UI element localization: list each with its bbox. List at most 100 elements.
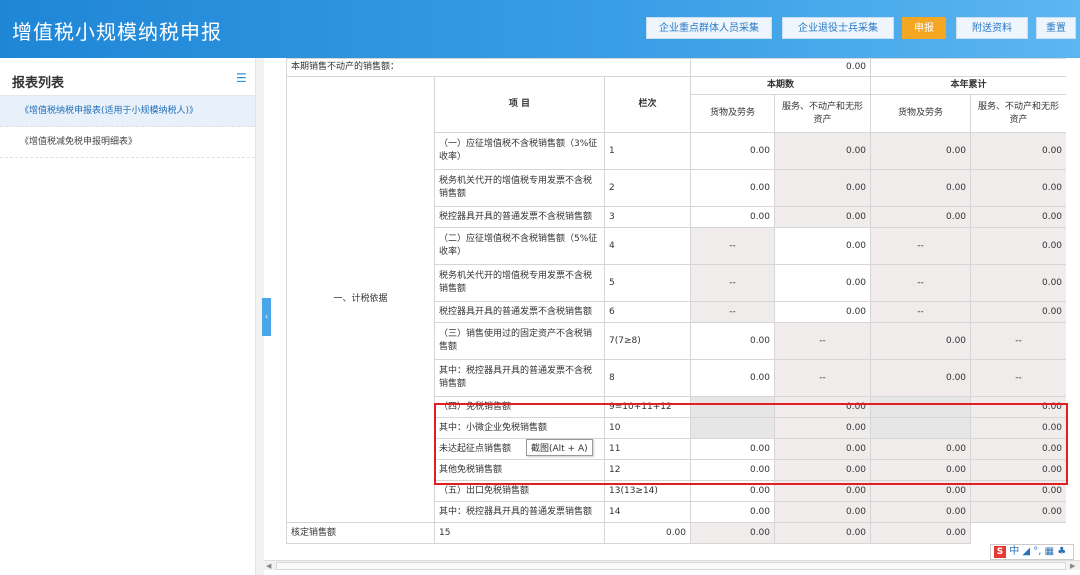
declare-button[interactable]: 申报 <box>902 17 946 39</box>
cell-services[interactable]: 0.00 <box>690 522 776 544</box>
cell-goods[interactable]: 0.00 <box>690 459 776 481</box>
row-line: 10 <box>603 417 692 439</box>
ime-toolbar[interactable]: S 中 ◢ °, ▦ ♣ <box>990 544 1074 560</box>
row-item: （四）免税销售额 <box>434 396 605 418</box>
cell-services-ytd: 0.00 <box>970 132 1066 170</box>
row-line: 1 <box>603 132 692 170</box>
cell-services-ytd: 0.00 <box>970 169 1066 207</box>
table-row: 核定销售额 15 0.00 0.00 0.00 0.00 <box>286 522 1067 544</box>
row-item: 核定销售额 <box>286 522 435 544</box>
cell-services-ytd: 0.00 <box>970 417 1066 439</box>
table-header-row: 一、计税依据 项 目 栏次 本期数 本年累计 <box>286 76 1066 523</box>
cell-goods[interactable]: 0.00 <box>690 480 776 502</box>
cell-goods-ytd: -- <box>870 264 972 302</box>
top-row-value[interactable]: 0.00 <box>690 58 872 77</box>
cell-goods-ytd: -- <box>870 301 972 323</box>
col-header-services: 服务、不动产和无形资产 <box>774 94 872 133</box>
col-header-current: 本期数 <box>690 76 872 95</box>
veteran-collect-button[interactable]: 企业退役士兵采集 <box>782 17 894 39</box>
cell-goods[interactable]: 0.00 <box>690 322 776 360</box>
cell-goods[interactable]: 0.00 <box>690 206 776 228</box>
key-group-staff-collect-button[interactable]: 企业重点群体人员采集 <box>646 17 772 39</box>
cell-goods-ytd: 0.00 <box>870 501 972 523</box>
scroll-left-icon[interactable]: ◀ <box>266 561 271 571</box>
cell-services-ytd: 0.00 <box>970 396 1066 418</box>
cell-services[interactable]: 0.00 <box>774 438 872 460</box>
vat-return-table: 本期销售不动产的销售额： 0.00 一、计税依据 项 目 栏次 本期数 本年累计… <box>286 58 1066 544</box>
sidebar: 报表列表 ☰ 《增值税纳税申报表(适用于小规模纳税人)》 《增值税减免税申报明细… <box>0 58 256 575</box>
row-line: 14 <box>603 501 692 523</box>
cell-services[interactable]: 0.00 <box>774 501 872 523</box>
row-item: 其中：税控器具开具的普通发票不含税销售额 <box>434 359 605 397</box>
layers-icon[interactable]: ☰ <box>236 72 248 84</box>
reset-button[interactable]: 重置 <box>1036 17 1076 39</box>
cell-goods[interactable]: 0.00 <box>690 501 776 523</box>
col-header-services-ytd: 服务、不动产和无形资产 <box>970 94 1066 133</box>
row-item: 其中：税控器具开具的普通发票销售额 <box>434 501 605 523</box>
row-line: 7(7≥8) <box>603 322 692 360</box>
horizontal-scrollbar[interactable]: ◀ ▶ <box>264 560 1080 570</box>
ime-status[interactable]: 中 ◢ °, ▦ ♣ <box>1009 546 1066 557</box>
cell-services[interactable]: 0.00 <box>774 459 872 481</box>
row-item: 税控器具开具的普通发票不含税销售额 <box>434 301 605 323</box>
row-item: （二）应征增值税不含税销售额（5%征收率） <box>434 227 605 265</box>
cell-goods <box>690 396 776 418</box>
row-line: 6 <box>603 301 692 323</box>
cell-goods-ytd: 0.00 <box>870 438 972 460</box>
sidebar-item-vat-return[interactable]: 《增值税纳税申报表(适用于小规模纳税人)》 <box>0 96 255 127</box>
cell-services[interactable]: 0.00 <box>774 169 872 207</box>
cell-goods-ytd: 0.00 <box>774 522 872 544</box>
app-header: 增值税小规模纳税申报 企业重点群体人员采集 企业退役士兵采集 申报 附送资料 重… <box>0 0 1080 58</box>
col-header-line: 栏次 <box>603 76 692 133</box>
cell-services[interactable]: 0.00 <box>774 417 872 439</box>
cell-goods: -- <box>690 227 776 265</box>
sidebar-header: 报表列表 ☰ <box>0 58 255 96</box>
row-item: 税控器具开具的普通发票不含税销售额 <box>434 206 605 228</box>
screenshot-tooltip: 截图(Alt + A) <box>526 439 593 456</box>
cell-services-ytd: 0.00 <box>970 501 1066 523</box>
sidebar-item-vat-exemption[interactable]: 《增值税减免税申报明细表》 <box>0 127 255 158</box>
cell-services: 0.00 <box>774 396 872 418</box>
cell-goods[interactable]: 0.00 <box>690 169 776 207</box>
cell-goods[interactable]: 0.00 <box>690 359 776 397</box>
cell-services[interactable]: 0.00 <box>774 480 872 502</box>
col-header-goods: 货物及劳务 <box>690 94 776 133</box>
cell-services[interactable]: 0.00 <box>774 301 872 323</box>
collapse-sidebar-icon[interactable]: ‹ <box>262 298 271 336</box>
scrollbar-thumb[interactable] <box>276 562 1066 570</box>
cell-services-ytd: 0.00 <box>970 301 1066 323</box>
attach-docs-button[interactable]: 附送资料 <box>956 17 1028 39</box>
cell-services[interactable]: 0.00 <box>774 206 872 228</box>
cell-services-ytd: 0.00 <box>970 227 1066 265</box>
cell-goods[interactable]: 0.00 <box>603 522 692 544</box>
row-item: 税务机关代开的增值税专用发票不含税销售额 <box>434 169 605 207</box>
row-item: 税务机关代开的增值税专用发票不含税销售额 <box>434 264 605 302</box>
cell-services[interactable]: 0.00 <box>774 227 872 265</box>
cell-goods[interactable]: 0.00 <box>690 438 776 460</box>
cell-services[interactable]: 0.00 <box>774 132 872 170</box>
sogou-icon[interactable]: S <box>994 546 1006 558</box>
col-header-goods-ytd: 货物及劳务 <box>870 94 972 133</box>
table-row: 本期销售不动产的销售额： 0.00 <box>286 58 1066 77</box>
sidebar-title: 报表列表 <box>12 76 65 91</box>
row-item: （一）应征增值税不含税销售额（3%征收率） <box>434 132 605 170</box>
cell-goods-ytd <box>870 396 972 418</box>
row-line: 13(13≥14) <box>603 480 692 502</box>
col-header-ytd: 本年累计 <box>870 76 1066 95</box>
cell-services[interactable]: 0.00 <box>774 264 872 302</box>
cell-services-ytd: 0.00 <box>970 480 1066 502</box>
cell-goods-ytd: 0.00 <box>870 322 972 360</box>
cell-goods-ytd: -- <box>870 227 972 265</box>
cell-services-ytd: 0.00 <box>970 206 1066 228</box>
row-line: 3 <box>603 206 692 228</box>
row-line: 2 <box>603 169 692 207</box>
cell-services-ytd: 0.00 <box>870 522 972 544</box>
row-item: 其中：小微企业免税销售额 <box>434 417 605 439</box>
scroll-right-icon[interactable]: ▶ <box>1070 561 1075 571</box>
section-label: 一、计税依据 <box>286 76 435 523</box>
cell-services-ytd: 0.00 <box>970 459 1066 481</box>
cell-goods: -- <box>690 301 776 323</box>
row-item: 其他免税销售额 <box>434 459 605 481</box>
cell-goods <box>690 417 776 439</box>
cell-goods[interactable]: 0.00 <box>690 132 776 170</box>
